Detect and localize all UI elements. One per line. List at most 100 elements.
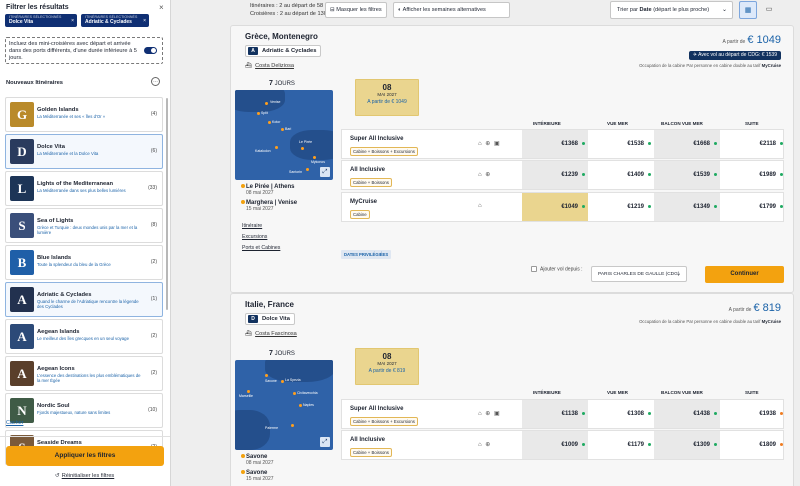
apply-filters-button[interactable]: Appliquer les filtres [6,446,164,466]
cabin-price-cell[interactable]: €1219 [588,193,654,221]
zoom-icon[interactable]: ⤢ [320,437,330,447]
itinerary-logo-icon: A [248,47,258,55]
availability-dot-icon [582,205,585,208]
cabin-price-cell[interactable]: €1668 [654,130,720,158]
cabin-price-cell[interactable]: €1138 [522,400,588,428]
ship-link[interactable]: ⛴ Costa Fascinosa [245,331,297,337]
itinerary-option[interactable]: S Sea of Lights Grèce et Turquie : deux mo… [5,208,163,243]
hide-link[interactable]: Cacher [6,420,23,426]
cabin-price-cell[interactable]: €1309 [654,431,720,459]
cabin-price-cell[interactable]: €1438 [654,400,720,428]
itinerary-option[interactable]: A Aegean Icons L'essence des destinations … [5,356,163,391]
add-flight-checkbox[interactable] [531,266,537,272]
cabin-price-cell[interactable]: €1938 [720,400,786,428]
cabin-price-cell[interactable]: €1349 [654,193,720,221]
itinerary-option[interactable]: A Aegean Islands Le meilleur des îles grec… [5,319,163,354]
cabin-price: €1539 [693,172,710,178]
column-balcony: BALCON VUE MER [661,121,703,126]
selected-date[interactable]: 08 MAI 2027 A partir de € 819 [355,348,419,385]
availability-dot-icon [780,205,783,208]
cabin-price-cell[interactable]: €1799 [720,193,786,221]
itinerary-option[interactable]: G Golden Islands La Méditerranée et ses « … [5,97,163,132]
cabin-price: €1668 [693,141,710,147]
cabin-price: €1049 [561,204,578,210]
ship-link[interactable]: ⛴ Costa Deliziosa [245,63,294,69]
itinerary-option[interactable]: B Blue Islands Toute la splendeur du bleu … [5,245,163,280]
fare-name: All Inclusive [350,437,386,443]
amenities-icons: ⌂ ⊕ [478,442,492,448]
itinerary-list: G Golden Islands La Méditerranée et ses « … [5,97,163,467]
cabin-price-cell[interactable]: €1539 [654,161,720,189]
itinerary-logo-icon: L [10,176,34,201]
itinerary-name: Aegean Icons [37,366,75,372]
filter-chip-adriatic-cyclades[interactable]: ITINÉRAIRES SÉLECTIONNÉS Adriatic & Cycl… [81,14,149,27]
hide-filters-button[interactable]: ⊟ Masquer les filtres [325,2,387,18]
remove-chip-icon[interactable]: × [143,18,146,24]
itinerary-count: (4) [150,111,157,117]
availability-dot-icon [714,412,717,415]
amenities-icons: ⌂ ⊕ ▣ [478,141,501,147]
add-flight[interactable]: Ajouter vol depuis : [531,266,583,272]
itinerary-description: La Méditerranée dans ses plus belles lum… [37,188,126,193]
itinerary-name: Adriatic & Cyclades [37,292,92,298]
ship-name: Costa Fascinosa [255,331,297,337]
itinerary-option[interactable]: N Nordic Soul Fjords majestueux, nature sa… [5,393,163,428]
cabin-price: €1138 [561,411,578,417]
grid-view-button[interactable]: ▭ [760,1,778,19]
mini-cruise-toggle-box: Incluez des mini-croisières avec départ … [5,37,163,64]
cabin-price-cell[interactable]: €1308 [588,400,654,428]
cabin-price-cell[interactable]: €1049 [522,193,588,221]
column-suite: SUITE [745,390,759,395]
cabin-price: €1409 [627,172,644,178]
remove-chip-icon[interactable]: × [71,18,74,24]
itinerary-option[interactable]: A Adriatic & Cyclades Quand le charme de l… [5,282,163,317]
sidebar-scrollbar[interactable] [166,98,168,310]
excursions-link[interactable]: Excursions [242,232,280,243]
cabin-price-cell[interactable]: €1009 [522,431,588,459]
cabin-price-cell[interactable]: €1538 [588,130,654,158]
cabin-price-cell[interactable]: €1409 [588,161,654,189]
privileged-dates-tag: DATES PRIVILÉGIÉES [341,250,392,259]
itinerary-option[interactable]: D Dolce Vita La Méditerranée et la Dolce V… [5,134,163,169]
airport-select[interactable]: PARIS CHARLES DE GAULLE (CDG) ⌄ [591,266,687,282]
departure-port: Savone 08 mai 2027 [241,454,274,466]
sort-prefix: Trier par [617,7,638,13]
arrival-port: Savone 15 mai 2027 [241,470,274,482]
cabin-price-cell[interactable]: €2118 [720,130,786,158]
hide-filters-label: Masquer les filtres [336,7,382,13]
price-from: A partir de € 819 [729,302,781,314]
alt-weeks-toggle[interactable]: ◐ Afficher les semaines alternatives [393,2,510,18]
availability-dot-icon [780,412,783,415]
continue-button[interactable]: Continuer [705,266,784,283]
cabin-price-cell[interactable]: €1239 [522,161,588,189]
cabin-price-cell[interactable]: €1809 [720,431,786,459]
itinerary-description: L'essence des destinations les plus embl… [37,373,141,383]
sort-select[interactable]: Trier par Date (départ le plus proche) ⌄ [610,1,733,19]
duration: 7 JOURS [269,350,295,357]
cruise-card: Grèce, Montenegro A Adriatic & Cyclades ⛴… [230,25,794,293]
reset-filters-link[interactable]: ↺ Réinitialiser les filtres [55,473,114,479]
cabin-column-headers: INTÉRIEURE VUE MER BALCON VUE MER SUITE [341,119,784,129]
cabin-price-cell[interactable]: €1989 [720,161,786,189]
itinerary-map[interactable]: Venise Split Kotor Bari Katakolon Le Pir… [235,90,333,180]
cabin-price-cell[interactable]: €1179 [588,431,654,459]
more-icon[interactable]: … [151,77,160,86]
fare-row: All Inclusive Cabine + Boissons ⌂ ⊕ €1009 €1… [341,430,784,460]
itinerary-map[interactable]: Savone La Spezia Civitavecchia Naples Pa… [235,360,333,450]
selected-date[interactable]: 08 MAI 2027 A partir de € 1049 [355,79,419,116]
price-from: A partir de € 1049 [723,34,781,46]
filter-sidebar: Filtrer les résultats × ITINÉRAIRES SÉLE… [0,0,171,486]
arrival-port: Marghera | Venise 15 mai 2027 [241,200,297,212]
zoom-icon[interactable]: ⤢ [320,167,330,177]
itinerary-option[interactable]: L Lights of the Mediterranean La Méditerra… [5,171,163,206]
ports-cabins-link[interactable]: Ports et Cabines [242,243,280,254]
availability-dot-icon [714,443,717,446]
cabin-price-cell[interactable]: €1368 [522,130,588,158]
column-sea-view: VUE MER [607,390,628,395]
itinerary-logo-icon: D [10,139,34,164]
itinerary-link[interactable]: Itinéraire [242,221,280,232]
close-icon[interactable]: × [159,3,164,12]
filter-chip-dolce-vita[interactable]: ITINÉRAIRES SÉLECTIONNÉS Dolce Vita × [5,14,77,27]
list-view-button[interactable]: ▦ [739,1,757,19]
mini-cruise-toggle-switch[interactable] [144,47,157,54]
